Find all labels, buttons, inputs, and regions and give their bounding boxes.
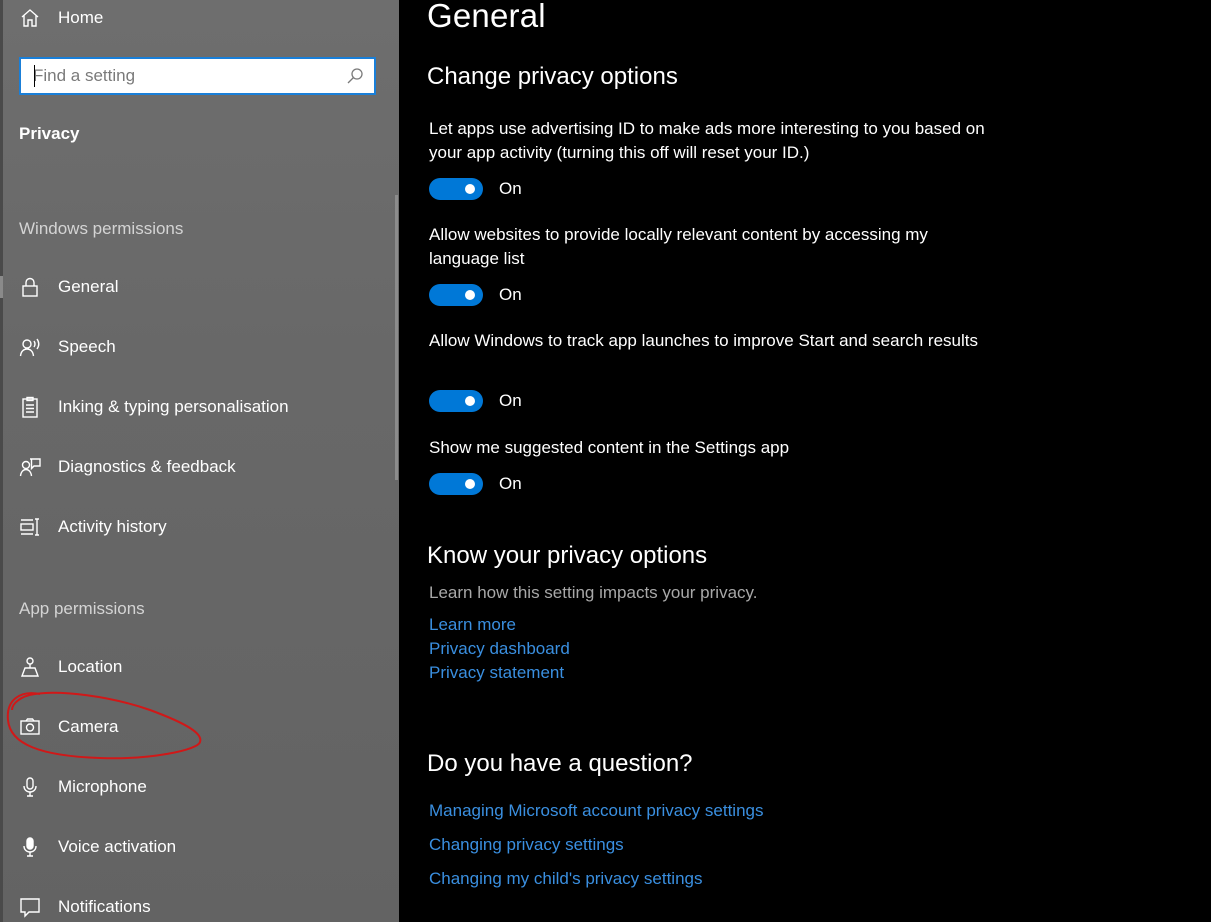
toggle-knob (465, 479, 475, 489)
app-permissions-label: App permissions (19, 599, 145, 618)
section-title: Privacy (19, 124, 80, 143)
sidebar-item-microphone[interactable]: Microphone (0, 765, 395, 809)
voice-activation-icon (23, 837, 37, 857)
sidebar-item-label: General (58, 277, 119, 296)
microphone-icon (23, 777, 37, 797)
sidebar: Home Privacy Windows permissions General… (0, 0, 399, 922)
toggle-state-label: On (499, 474, 522, 493)
language-list-toggle[interactable] (429, 284, 483, 306)
location-icon (20, 657, 40, 677)
sidebar-item-label: Voice activation (58, 837, 177, 856)
sidebar-item-voice-activation[interactable]: Voice activation (0, 825, 395, 869)
toggle-state-label: On (499, 391, 522, 410)
home-icon (21, 9, 39, 27)
sidebar-item-label: Microphone (58, 777, 147, 796)
sidebar-item-label: Activity history (58, 517, 167, 536)
advertising-id-toggle[interactable] (429, 178, 483, 200)
toggle-knob (465, 184, 475, 194)
sidebar-item-label: Location (58, 657, 123, 676)
app-launch-tracking-toggle[interactable] (429, 390, 483, 412)
home-label: Home (58, 8, 104, 27)
know-privacy-heading: Know your privacy options (427, 542, 708, 569)
change-privacy-heading: Change privacy options (427, 63, 678, 90)
sidebar-item-location[interactable]: Location (0, 645, 395, 689)
option-description: Allow Windows to track app launches to i… (429, 331, 978, 350)
toggle-state-label: On (499, 179, 522, 198)
option-description: Allow websites to provide locally releva… (429, 225, 928, 268)
privacy-dashboard-link[interactable]: Privacy dashboard (429, 639, 570, 659)
toggle-state-label: On (499, 285, 522, 304)
speech-icon (19, 338, 40, 357)
option-description: Let apps use advertising ID to make ads … (429, 119, 985, 162)
main-content: General Change privacy options Let apps … (399, 0, 1211, 922)
text-cursor (34, 65, 35, 87)
sidebar-item-label: Camera (58, 717, 119, 736)
child-privacy-settings-link[interactable]: Changing my child's privacy settings (429, 869, 702, 889)
sidebar-item-general[interactable]: General (0, 265, 395, 309)
toggle-knob (465, 290, 475, 300)
sidebar-item-label: Speech (58, 337, 116, 356)
sidebar-scrollbar[interactable] (395, 195, 398, 480)
changing-privacy-settings-link[interactable]: Changing privacy settings (429, 835, 624, 855)
windows-permissions-label: Windows permissions (19, 219, 184, 238)
question-heading: Do you have a question? (427, 750, 693, 777)
suggested-content-toggle[interactable] (429, 473, 483, 495)
sidebar-item-activity-history[interactable]: Activity history (0, 505, 395, 549)
option-description: Show me suggested content in the Setting… (429, 438, 790, 457)
search-input[interactable] (21, 61, 346, 91)
camera-icon (20, 718, 40, 735)
notifications-icon (20, 898, 40, 918)
sidebar-item-inking-typing[interactable]: Inking & typing personalisation (0, 385, 395, 429)
search-icon[interactable] (346, 67, 364, 85)
privacy-statement-link[interactable]: Privacy statement (429, 663, 564, 683)
sidebar-item-camera[interactable]: Camera (0, 705, 395, 749)
search-box[interactable] (19, 57, 376, 95)
clipboard-icon (22, 396, 38, 418)
home-nav-item[interactable]: Home (19, 4, 103, 32)
sidebar-item-speech[interactable]: Speech (0, 325, 395, 369)
sidebar-item-label: Notifications (58, 897, 151, 916)
page-title: General (427, 0, 546, 34)
know-privacy-description: Learn how this setting impacts your priv… (429, 583, 758, 602)
sidebar-item-notifications[interactable]: Notifications (0, 885, 395, 922)
activity-icon (20, 518, 39, 536)
toggle-knob (465, 396, 475, 406)
diagnostics-icon (19, 458, 41, 477)
lock-icon (22, 277, 38, 297)
managing-account-privacy-link[interactable]: Managing Microsoft account privacy setti… (429, 801, 764, 821)
sidebar-item-diagnostics-feedback[interactable]: Diagnostics & feedback (0, 445, 395, 489)
learn-more-link[interactable]: Learn more (429, 615, 516, 635)
sidebar-item-label: Diagnostics & feedback (58, 457, 236, 476)
sidebar-item-label: Inking & typing personalisation (58, 397, 289, 416)
